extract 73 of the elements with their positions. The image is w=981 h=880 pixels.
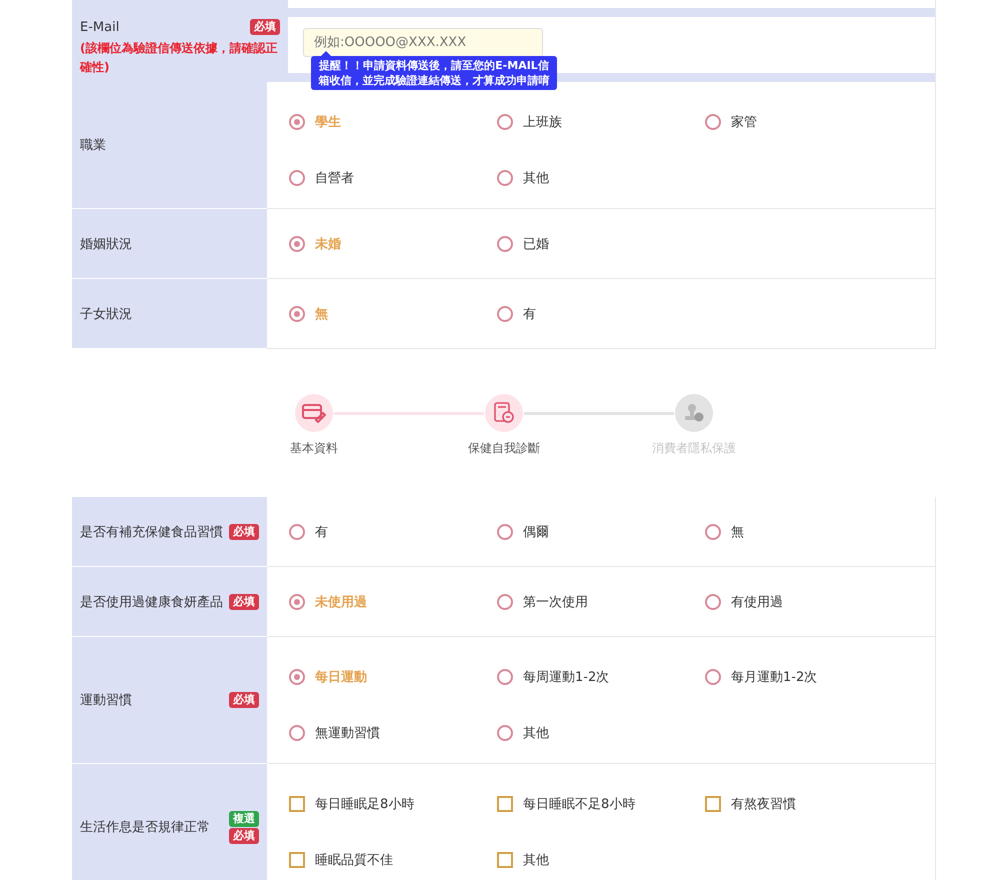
radio-button[interactable] [497,594,513,610]
radio-button[interactable] [289,236,305,252]
checkbox[interactable] [289,852,305,868]
option-label: 每周運動1-2次 [523,669,610,686]
option-label: 無 [731,524,744,540]
option-label: 無運動習慣 [315,725,380,742]
radio-button[interactable] [289,669,305,685]
radio-button[interactable] [497,669,513,685]
radio-button[interactable] [705,524,721,540]
field-note: (該欄位為驗證信傳送依據，請確認正確性) [80,40,278,76]
required-badge: 必填 [229,828,259,844]
radio-button[interactable] [289,725,305,741]
card-pencil-icon [302,403,326,423]
required-badge: 必填 [229,524,259,540]
radio-button[interactable] [497,170,513,186]
option-label: 其他 [523,725,549,742]
option-label: 每日睡眠足8小時 [315,796,414,813]
step-label: 基本資料 [290,440,338,457]
radio-button[interactable] [497,725,513,741]
option-label: 其他 [523,170,549,187]
option-label: 有熬夜習慣 [731,796,796,813]
option-label: 無 [315,306,328,322]
multi-select-badge: 複選 [229,810,259,826]
document-icon [494,402,514,424]
required-badge: 必填 [229,594,259,610]
radio-button[interactable] [705,114,721,130]
email-field[interactable]: 例如:OOOOO@XXX.XXX [303,28,543,57]
checkbox[interactable] [705,796,721,812]
option-label: 其他 [523,852,549,869]
option-label: 自營者 [315,170,354,187]
field-label: E-Mail [80,20,120,34]
option-label: 家管 [731,114,757,131]
radio-button[interactable] [497,236,513,252]
field-label: 婚姻狀況 [80,236,133,252]
option-label: 偶爾 [523,524,549,540]
tooltip-text: 提醒！！申請資料傳送後，請至您的E-MAIL信箱收信，並完成驗證連結傳送，才算成功申請唷 [318,58,550,88]
option-label: 有 [315,524,328,540]
option-label: 每日睡眠不足8小時 [523,796,636,813]
option-label: 上班族 [523,114,562,131]
step-label: 消費者隱私保護 [652,440,736,457]
radio-button[interactable] [289,594,305,610]
field-label: 子女狀況 [80,306,133,322]
field-label: 職業 [80,137,107,154]
stamp-icon [683,402,705,424]
radio-button[interactable] [705,669,721,685]
option-label: 未婚 [315,236,341,252]
radio-button[interactable] [289,524,305,540]
radio-button[interactable] [289,170,305,186]
required-badge: 必填 [229,692,259,708]
radio-button[interactable] [497,114,513,130]
radio-button[interactable] [705,594,721,610]
radio-button[interactable] [497,306,513,322]
field-label: 生活作息是否規律正常 [80,819,211,836]
step-label: 保健自我診斷 [468,440,540,457]
checkbox[interactable] [497,852,513,868]
option-label: 第一次使用 [523,594,588,610]
option-label: 每日運動 [315,669,367,686]
option-label: 已婚 [523,236,549,252]
field-label: 是否使用過健康食妍產品 [80,594,223,610]
checkbox[interactable] [289,796,305,812]
option-label: 睡眠品質不佳 [315,852,393,869]
option-label: 有 [523,306,536,322]
radio-button[interactable] [289,114,305,130]
radio-button[interactable] [289,306,305,322]
option-label: 學生 [315,114,341,131]
option-label: 每月運動1-2次 [731,669,818,686]
radio-button[interactable] [497,524,513,540]
option-label: 未使用過 [315,594,367,610]
checkbox[interactable] [497,796,513,812]
required-badge: 必填 [250,19,280,35]
option-label: 有使用過 [731,594,783,610]
field-label: 運動習慣 [80,692,133,709]
field-label: 是否有補充保健食品習慣 [80,524,223,540]
